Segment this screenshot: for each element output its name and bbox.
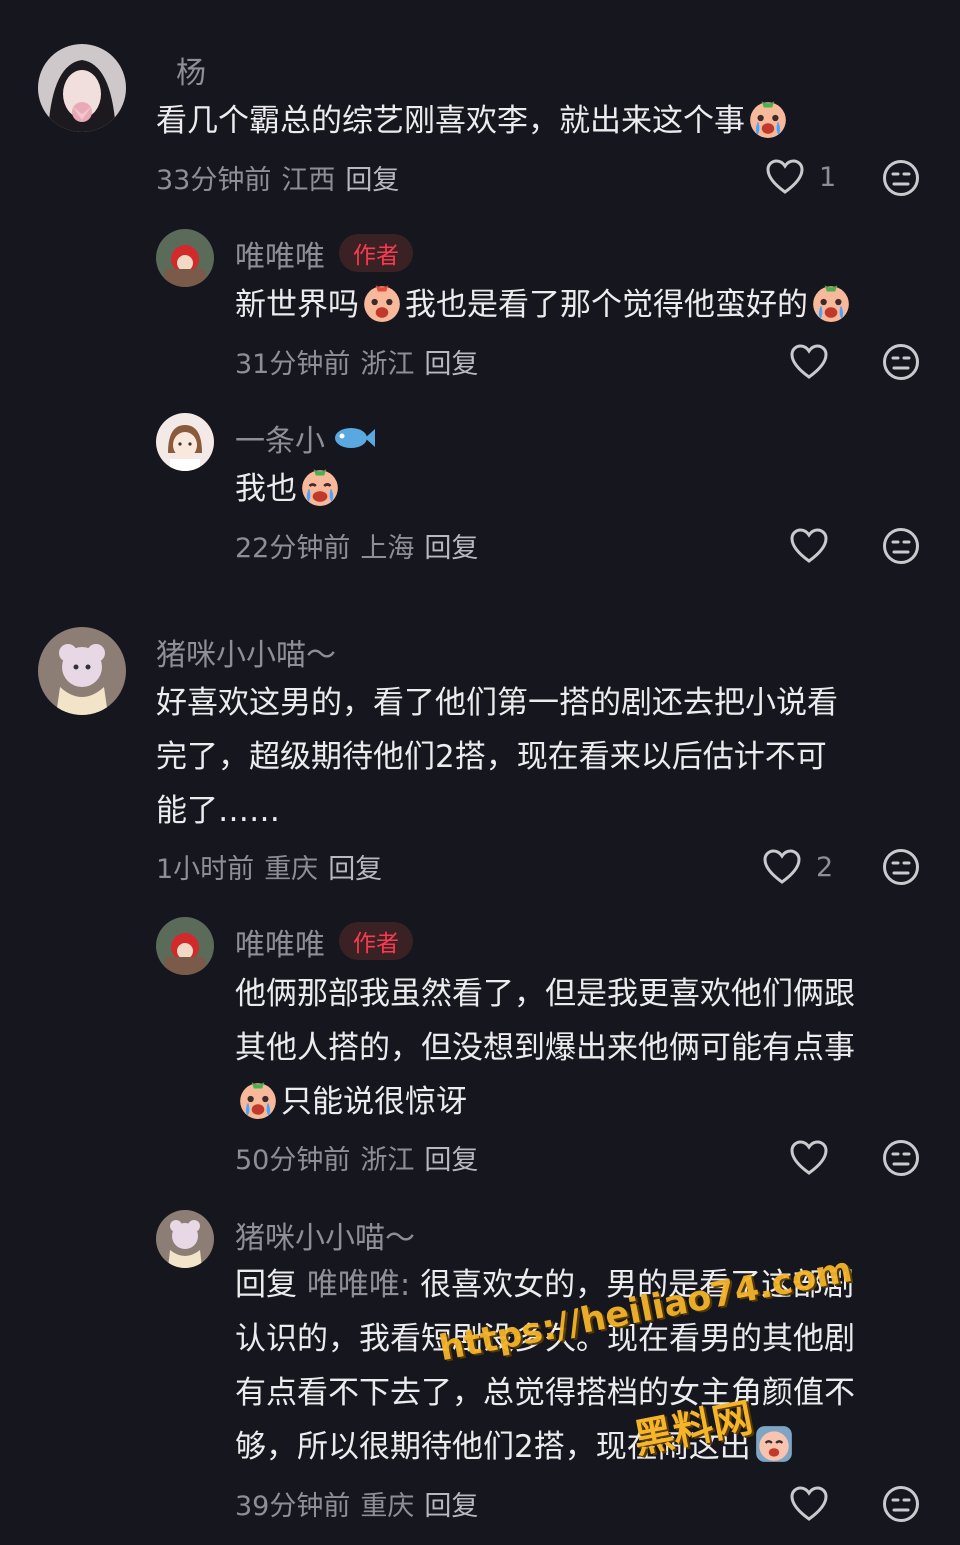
comment-time: 22分钟前 <box>235 533 351 564</box>
reply-button[interactable]: 回复 <box>424 533 478 564</box>
reply-button[interactable]: 回复 <box>345 165 399 196</box>
comment-meta: 50分钟前 浙江 回复 <box>235 1138 488 1177</box>
heart-icon <box>790 1486 828 1521</box>
comment-text: 看几个霸总的综艺刚喜欢李，就出来这个事 <box>156 94 791 148</box>
comment-text: 新世界吗 我也是看了那个觉得他蛮好的 <box>235 278 854 332</box>
avatar[interactable] <box>156 413 214 471</box>
reply-button[interactable]: 回复 <box>328 854 382 885</box>
heart-icon <box>790 1140 828 1175</box>
like-button[interactable]: 1 <box>765 158 836 196</box>
comment-location: 浙江 <box>360 1145 415 1176</box>
reply-button[interactable]: 回复 <box>424 1491 478 1522</box>
comment-location: 重庆 <box>264 854 319 885</box>
crying-emoji-icon <box>364 285 400 322</box>
commenter-name[interactable]: 杨 <box>176 48 206 92</box>
author-badge: 作者 <box>339 922 413 960</box>
comment-meta: 31分钟前 浙江 回复 <box>235 342 488 381</box>
comment-location: 上海 <box>360 533 415 564</box>
comment-meta: 39分钟前 重庆 回复 <box>235 1484 488 1523</box>
crying-emoji-icon <box>813 285 849 322</box>
dislike-face-icon[interactable] <box>882 1485 920 1523</box>
like-button[interactable] <box>789 343 829 381</box>
dislike-face-icon[interactable] <box>882 1139 920 1177</box>
commenter-name[interactable]: 唯唯唯 作者 <box>235 232 413 276</box>
heart-icon <box>790 528 828 563</box>
comment-meta: 33分钟前 江西 回复 <box>156 158 409 197</box>
avatar[interactable] <box>38 44 126 132</box>
reply-button[interactable]: 回复 <box>424 349 478 380</box>
comment-location: 浙江 <box>360 349 415 380</box>
avatar[interactable] <box>156 917 214 975</box>
like-button[interactable] <box>789 1139 829 1177</box>
comment-time: 33分钟前 <box>156 165 272 196</box>
heart-icon <box>790 344 828 379</box>
dislike-face-icon[interactable] <box>882 848 920 886</box>
crying-emoji-icon <box>240 1082 276 1119</box>
dislike-face-icon[interactable] <box>882 159 920 197</box>
heart-icon <box>763 849 801 884</box>
reply-button[interactable]: 回复 <box>424 1145 478 1176</box>
crying-emoji-icon <box>755 1426 792 1462</box>
like-button[interactable]: 2 <box>762 848 833 886</box>
reply-target[interactable]: 唯唯唯: <box>307 1267 410 1303</box>
like-count: 1 <box>819 161 837 193</box>
comment-meta: 22分钟前 上海 回复 <box>235 526 488 565</box>
comment-text: 他俩那部我虽然看了，但是我更喜欢他们俩跟 其他人搭的，但没想到爆出来他俩可能有点… <box>235 976 855 1120</box>
fish-emoji-icon <box>335 428 375 448</box>
commenter-name[interactable]: 猪咪小小喵～ <box>235 1213 415 1257</box>
like-button[interactable] <box>789 527 829 565</box>
like-button[interactable] <box>789 1485 829 1523</box>
comment-time: 39分钟前 <box>235 1491 351 1522</box>
dislike-face-icon[interactable] <box>882 343 920 381</box>
avatar[interactable] <box>156 1210 214 1268</box>
comment-location: 江西 <box>281 165 336 196</box>
avatar[interactable] <box>38 627 126 715</box>
commenter-name[interactable]: 一条小 <box>235 416 375 460</box>
comment-time: 31分钟前 <box>235 349 351 380</box>
commenter-name[interactable]: 猪咪小小喵～ <box>156 630 336 674</box>
avatar[interactable] <box>156 229 214 287</box>
like-count: 2 <box>816 851 834 883</box>
crying-emoji-icon <box>750 101 786 138</box>
comment-location: 重庆 <box>360 1491 415 1522</box>
reply-prefix: 回复 <box>235 1267 297 1303</box>
comment-time: 1小时前 <box>156 854 255 885</box>
comment-text: 我也 <box>235 462 343 516</box>
commenter-name[interactable]: 唯唯唯 作者 <box>235 920 413 964</box>
dislike-face-icon[interactable] <box>882 527 920 565</box>
author-badge: 作者 <box>339 234 413 272</box>
comment-meta: 1小时前 重庆 回复 <box>156 847 392 886</box>
heart-icon <box>766 159 804 194</box>
comment-text: 好喜欢这男的，看了他们第一搭的剧还去把小说看 完了，超级期待他们2搭，现在看来以… <box>156 685 838 829</box>
comment-time: 50分钟前 <box>235 1145 351 1176</box>
crying-emoji-icon <box>302 469 338 506</box>
